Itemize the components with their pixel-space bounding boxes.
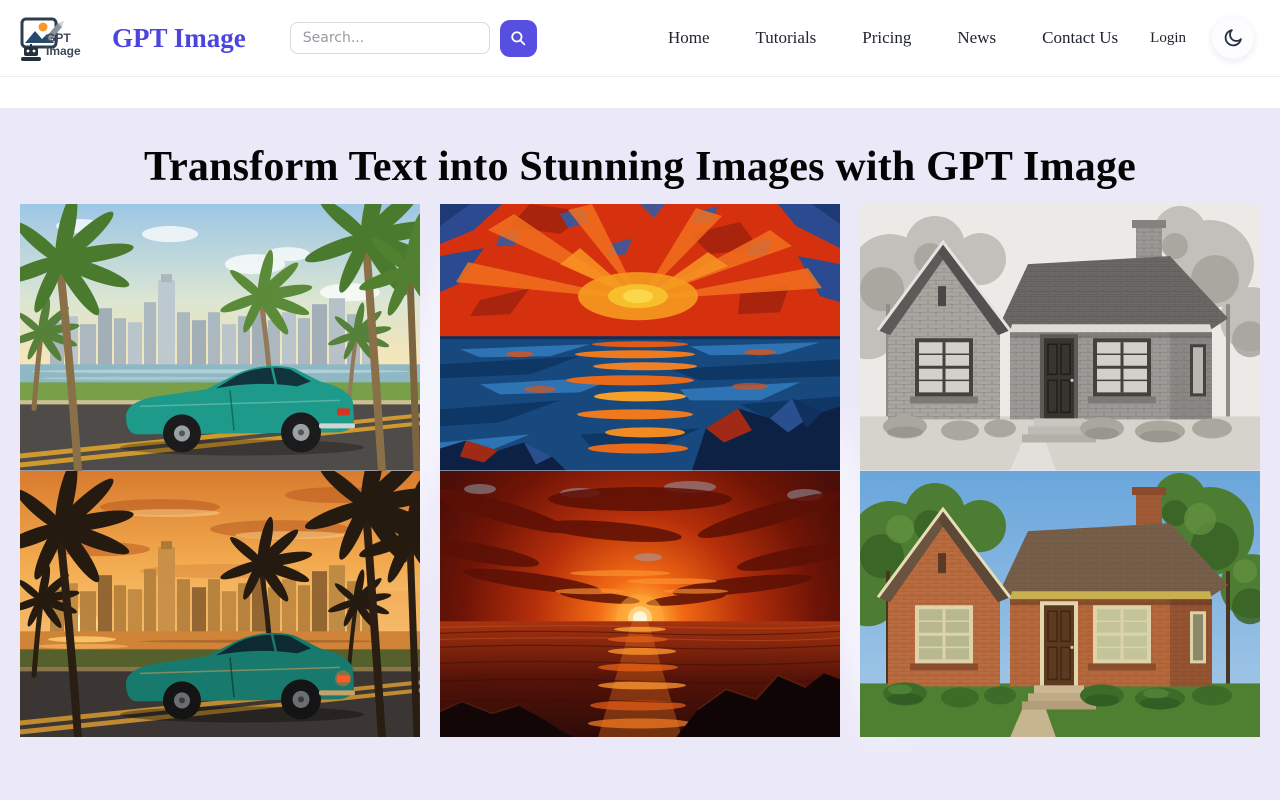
search-icon (511, 31, 526, 46)
nav-item-login[interactable]: Login (1150, 30, 1186, 47)
car-city-sunset-image (20, 470, 420, 737)
nav-item-contact-us[interactable]: Contact Us (1042, 28, 1118, 48)
gallery-item-car-city-day[interactable] (20, 204, 420, 471)
car-city-day-image (20, 204, 420, 471)
house-pencil-sketch-image (860, 204, 1260, 471)
nav-item-home[interactable]: Home (668, 28, 710, 48)
theme-toggle-button[interactable] (1212, 17, 1254, 59)
search-input[interactable] (289, 22, 490, 54)
nav-item-pricing[interactable]: Pricing (862, 28, 911, 48)
logo-text-bottom: Image (46, 43, 81, 58)
abstract-sunset-painting-image (440, 204, 840, 471)
nav-item-tutorials[interactable]: Tutorials (756, 28, 817, 48)
site-logo[interactable]: GPT Image (16, 9, 98, 67)
gallery-item-car-city-sunset[interactable] (20, 470, 420, 737)
main-nav: Home Tutorials Pricing News Contact Us L… (668, 28, 1186, 48)
search-button[interactable] (499, 19, 537, 57)
header-gap (0, 77, 1280, 108)
nav-item-news[interactable]: News (957, 28, 996, 48)
gallery-item-abstract-sunset-painting[interactable] (440, 204, 840, 471)
gallery-item-house-color-photo[interactable] (860, 470, 1260, 737)
moon-icon (1224, 29, 1242, 47)
brand-title: GPT Image (112, 22, 246, 53)
gallery-item-ocean-sunset-photo[interactable] (440, 470, 840, 737)
hero-section: Transform Text into Stunning Images with… (0, 108, 1280, 800)
logo-text: GPT Image (46, 32, 81, 57)
ocean-sunset-photo-image (440, 470, 840, 737)
logo-text-top: GPT (46, 31, 71, 45)
gallery-item-house-pencil-sketch[interactable] (860, 204, 1260, 471)
site-header: GPT Image GPT Image Home Tutorials Prici… (0, 0, 1280, 77)
hero-title: Transform Text into Stunning Images with… (143, 144, 1137, 190)
house-color-photo-image (860, 470, 1260, 737)
image-gallery (0, 204, 1280, 737)
search-area (289, 19, 537, 57)
